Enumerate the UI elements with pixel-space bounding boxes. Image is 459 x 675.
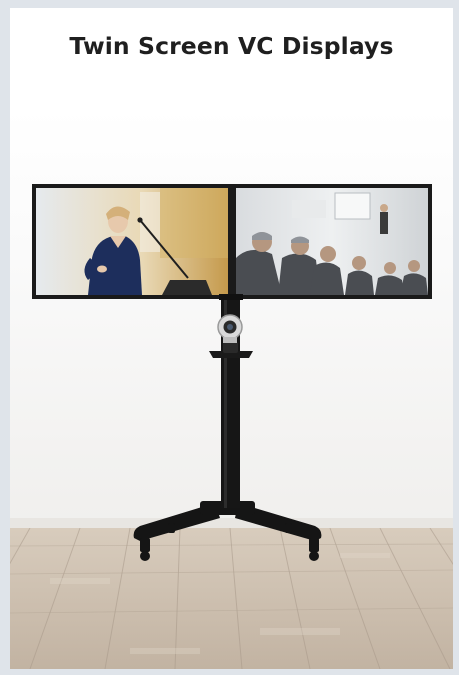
product-photo	[10, 108, 453, 669]
product-card: Twin Screen VC Displays	[10, 8, 453, 669]
wood-floor	[10, 528, 453, 669]
left-display	[32, 184, 232, 299]
card-title: Twin Screen VC Displays	[69, 32, 394, 60]
right-display	[232, 184, 432, 299]
